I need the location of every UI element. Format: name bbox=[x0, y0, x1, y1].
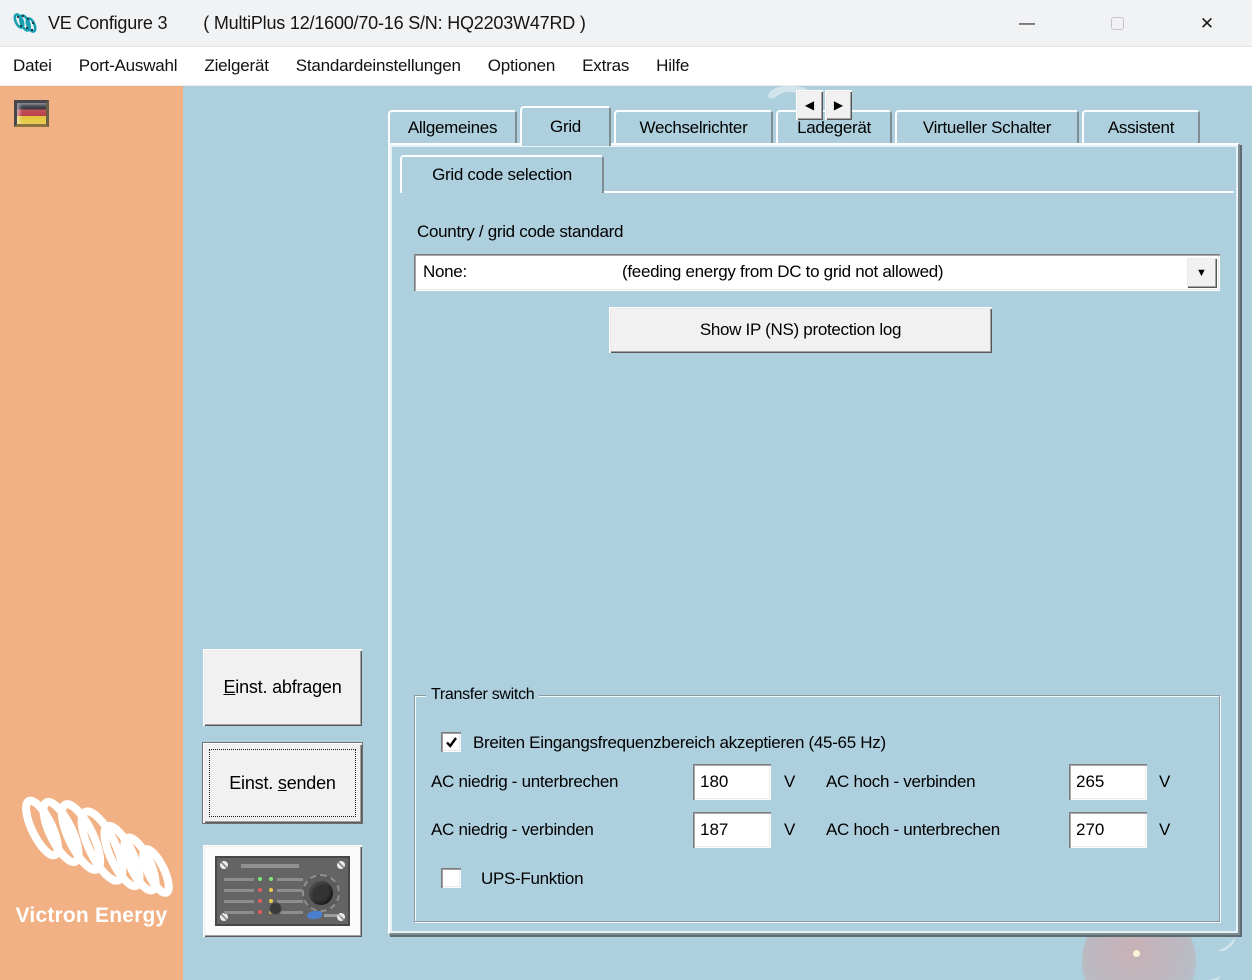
scroll-left-icon: ◀ bbox=[804, 98, 815, 112]
menu-port-auswahl[interactable]: Port-Auswahl bbox=[79, 56, 178, 76]
ac-high-disconnect-unit: V bbox=[1159, 820, 1171, 839]
german-flag-icon bbox=[14, 100, 49, 127]
chevron-down-icon: ▼ bbox=[1196, 266, 1207, 279]
menu-datei[interactable]: Datei bbox=[13, 56, 52, 76]
ac-high-connect-label: AC hoch - verbinden bbox=[826, 772, 976, 791]
brand-text: Victron Energy bbox=[15, 904, 168, 927]
grid-code-dropdown-button[interactable]: ▼ bbox=[1186, 257, 1217, 288]
ac-low-connect-label: AC niedrig - verbinden bbox=[431, 820, 594, 839]
led-row bbox=[224, 899, 262, 903]
menu-standardeinstellungen[interactable]: Standardeinstellungen bbox=[296, 56, 461, 76]
grid-tab-page: Grid code selection Country / grid code … bbox=[388, 143, 1240, 935]
main-content: Victron Energy Einst. abfragen Einst. se… bbox=[0, 86, 1252, 980]
led-row bbox=[224, 877, 262, 881]
ac-low-disconnect-label: AC niedrig - unterbrechen bbox=[431, 772, 619, 791]
grid-code-selected-description: (feeding energy from DC to grid not allo… bbox=[622, 262, 944, 281]
led-row bbox=[224, 910, 262, 914]
menubar: Datei Port-Auswahl Zielgerät Standardein… bbox=[0, 47, 1252, 86]
tab-virtueller-schalter[interactable]: Virtueller Schalter bbox=[895, 110, 1079, 143]
panel-brand-icon bbox=[307, 911, 322, 919]
window-title: VE Configure 3 bbox=[48, 12, 168, 33]
close-icon: ✕ bbox=[1199, 13, 1215, 33]
panel-title-bar bbox=[241, 864, 299, 868]
ac-high-disconnect-input[interactable] bbox=[1069, 812, 1147, 848]
tab-grid[interactable]: Grid bbox=[520, 106, 611, 146]
watermark-squiggle bbox=[1198, 969, 1222, 980]
sidebar: Victron Energy bbox=[0, 86, 183, 980]
maximize-icon bbox=[1110, 17, 1124, 30]
ups-function-label: UPS-Funktion bbox=[481, 869, 584, 888]
watermark-squiggle bbox=[1214, 933, 1238, 954]
checkmark-icon bbox=[445, 736, 457, 748]
ac-low-disconnect-unit: V bbox=[784, 772, 796, 791]
window-subtitle: ( MultiPlus 12/1600/70-16 S/N: HQ2203W47… bbox=[203, 12, 586, 33]
get-settings-button[interactable]: Einst. abfragen bbox=[203, 649, 362, 726]
grid-code-selected-value: None: bbox=[423, 262, 467, 281]
minimize-icon: — bbox=[1019, 14, 1035, 32]
send-settings-label: Einst. senden bbox=[229, 772, 336, 793]
wide-input-frequency-checkbox[interactable] bbox=[441, 732, 461, 752]
get-settings-label: Einst. abfragen bbox=[223, 677, 342, 697]
tab-scroll-left-button[interactable]: ◀ bbox=[796, 90, 823, 120]
watermark-highlight bbox=[1133, 950, 1140, 957]
close-button[interactable]: ✕ bbox=[1162, 0, 1252, 47]
victron-logo-icon bbox=[22, 796, 173, 897]
ac-high-disconnect-label: AC hoch - unterbrechen bbox=[826, 820, 1000, 839]
show-protection-log-button[interactable]: Show IP (NS) protection log bbox=[609, 307, 992, 353]
transfer-switch-group: Transfer switch Breiten Eingangsfrequenz… bbox=[414, 686, 1220, 922]
screw-icon bbox=[337, 861, 345, 869]
tab-scroll-buttons: ◀ ▶ bbox=[796, 90, 852, 120]
tab-allgemeines[interactable]: Allgemeines bbox=[388, 110, 517, 143]
subtab-divider bbox=[604, 191, 1234, 193]
menu-optionen[interactable]: Optionen bbox=[488, 56, 556, 76]
menu-hilfe[interactable]: Hilfe bbox=[656, 56, 689, 76]
led-row bbox=[269, 888, 303, 892]
ups-function-checkbox[interactable] bbox=[441, 868, 461, 888]
maximize-button[interactable] bbox=[1072, 0, 1162, 47]
ac-high-connect-unit: V bbox=[1159, 772, 1171, 791]
subtab-grid-code-selection[interactable]: Grid code selection bbox=[400, 155, 604, 193]
window-controls: — ✕ bbox=[982, 0, 1252, 47]
minimize-button[interactable]: — bbox=[982, 0, 1072, 47]
screw-icon bbox=[220, 913, 228, 921]
app-logo-icon bbox=[13, 13, 37, 33]
remote-panel-button[interactable] bbox=[203, 845, 362, 937]
titlebar: VE Configure 3 ( MultiPlus 12/1600/70-16… bbox=[0, 0, 1252, 47]
send-settings-button[interactable]: Einst. senden bbox=[203, 743, 362, 823]
tab-assistent[interactable]: Assistent bbox=[1082, 110, 1200, 143]
wide-input-frequency-label: Breiten Eingangsfrequenzbereich akzeptie… bbox=[473, 733, 886, 752]
led-row bbox=[269, 877, 303, 881]
multiplus-control-panel-image bbox=[215, 856, 350, 926]
ac-low-connect-unit: V bbox=[784, 820, 796, 839]
transfer-switch-title: Transfer switch bbox=[426, 686, 540, 704]
panel-mini-knob bbox=[269, 902, 282, 915]
menu-zielgeraet[interactable]: Zielgerät bbox=[204, 56, 269, 76]
ac-high-connect-input[interactable] bbox=[1069, 764, 1147, 800]
scroll-right-icon: ▶ bbox=[833, 98, 844, 112]
menu-extras[interactable]: Extras bbox=[582, 56, 629, 76]
tab-wechselrichter[interactable]: Wechselrichter bbox=[614, 110, 773, 143]
led-row bbox=[224, 888, 262, 892]
ac-low-connect-input[interactable] bbox=[693, 812, 771, 848]
panel-knob bbox=[302, 874, 340, 912]
tab-scroll-right-button[interactable]: ▶ bbox=[825, 90, 852, 120]
grid-code-select[interactable]: None: (feeding energy from DC to grid no… bbox=[414, 254, 1220, 291]
country-grid-code-label: Country / grid code standard bbox=[417, 222, 624, 241]
ac-low-disconnect-input[interactable] bbox=[693, 764, 771, 800]
screw-icon bbox=[220, 861, 228, 869]
panel-brand-text-bar bbox=[324, 914, 343, 917]
